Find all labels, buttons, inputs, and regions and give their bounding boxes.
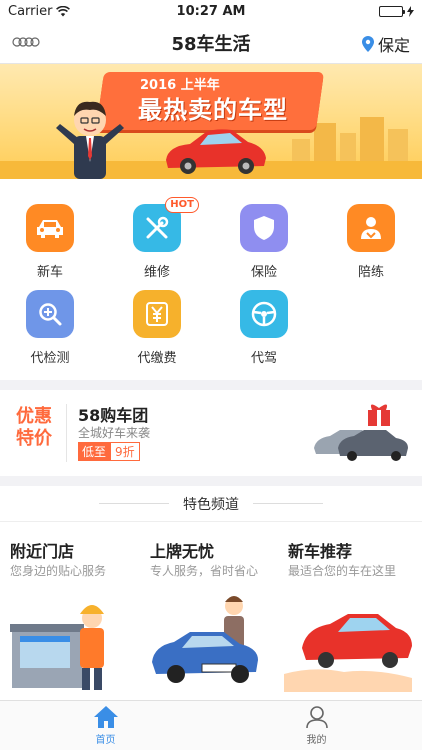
service-insurance[interactable]: 保险 bbox=[224, 204, 304, 280]
vertical-divider bbox=[66, 404, 67, 462]
tab-mine[interactable]: 我的 bbox=[211, 701, 422, 750]
badge-line-2: 特价 bbox=[16, 428, 52, 449]
service-payment[interactable]: 代缴费 bbox=[117, 290, 197, 366]
service-designated-driver[interactable]: 代驾 bbox=[224, 290, 304, 366]
service-label: 新车 bbox=[36, 265, 63, 280]
service-label: 维修 bbox=[143, 265, 170, 280]
discount-badge: 优惠 特价 bbox=[14, 406, 54, 450]
header-line-left bbox=[99, 503, 169, 504]
group-buy-title: 58购车团 bbox=[78, 406, 149, 425]
service-driving-coach[interactable]: 陪练 bbox=[331, 204, 411, 280]
featured-card-new-car-recommend[interactable]: 新车推荐 最适合您的车在这里 bbox=[278, 522, 422, 698]
featured-header: 特色频道 bbox=[0, 486, 422, 522]
page-title: 58车生活 bbox=[171, 33, 251, 55]
hand-red-car-illustration bbox=[284, 614, 412, 692]
service-repair[interactable]: HOT 维修 bbox=[117, 197, 199, 280]
price-discount: 9折 bbox=[110, 442, 140, 461]
section-divider bbox=[0, 476, 422, 486]
card-title: 新车推荐 bbox=[288, 542, 353, 561]
banner-headline: 最热卖的车型 bbox=[138, 96, 288, 124]
header-line-right bbox=[253, 503, 323, 504]
card-title: 上牌无忧 bbox=[150, 542, 215, 561]
location-pin-icon bbox=[361, 36, 374, 52]
card-subtitle: 专人服务，省时省心 bbox=[150, 564, 259, 578]
yen-icon bbox=[133, 290, 181, 338]
steering-wheel-icon bbox=[240, 290, 288, 338]
section-divider bbox=[0, 380, 422, 390]
magnifier-plus-icon bbox=[26, 290, 74, 338]
car-agent-illustration bbox=[152, 596, 258, 683]
status-bar: Carrier 10:27 AM bbox=[0, 0, 422, 22]
service-label: 代驾 bbox=[250, 351, 277, 366]
price-tag: 低至 9折 bbox=[78, 442, 140, 461]
gift-cars-illustration bbox=[314, 404, 408, 461]
user-icon bbox=[305, 706, 328, 729]
red-sports-car-illustration bbox=[166, 129, 266, 174]
tab-label: 首页 bbox=[95, 735, 116, 746]
service-new-car[interactable]: 新车 bbox=[10, 204, 90, 280]
status-time: 10:27 AM bbox=[176, 3, 246, 19]
service-label: 代缴费 bbox=[137, 351, 177, 366]
card-title: 附近门店 bbox=[10, 542, 75, 561]
price-prefix: 低至 bbox=[78, 442, 111, 461]
shield-icon bbox=[240, 204, 288, 252]
group-buy-subtitle: 全城好车来袭 bbox=[78, 426, 151, 440]
car-icon bbox=[26, 204, 74, 252]
featured-card-plate-registration[interactable]: 上牌无忧 专人服务，省时省心 bbox=[140, 522, 280, 698]
audi-logo-icon[interactable] bbox=[12, 36, 40, 48]
app-screen: Carrier 10:27 AM 58车生活 保定 2016 上半年 最热卖的车… bbox=[0, 0, 422, 750]
service-label: 代检测 bbox=[30, 351, 70, 366]
tab-home[interactable]: 首页 bbox=[0, 701, 211, 750]
home-icon bbox=[93, 706, 118, 728]
badge-line-1: 优惠 bbox=[16, 406, 52, 427]
location-label: 保定 bbox=[377, 36, 410, 55]
store-mechanic-illustration bbox=[10, 605, 104, 690]
service-label: 陪练 bbox=[357, 265, 384, 280]
promo-banner[interactable]: 2016 上半年 最热卖的车型 bbox=[0, 64, 422, 179]
service-label: 保险 bbox=[250, 265, 277, 280]
card-subtitle: 最适合您的车在这里 bbox=[288, 564, 397, 578]
location-selector[interactable]: 保定 bbox=[361, 32, 410, 56]
group-buy-card[interactable]: 优惠 特价 58购车团 全城好车来袭 低至 9折 bbox=[0, 390, 422, 476]
nav-bar: 58车生活 保定 bbox=[0, 22, 422, 64]
businessman-illustration bbox=[56, 101, 124, 179]
tab-label: 我的 bbox=[306, 735, 327, 746]
hot-badge: HOT bbox=[165, 197, 199, 213]
service-inspection[interactable]: 代检测 bbox=[10, 290, 90, 366]
driver-icon bbox=[347, 204, 395, 252]
featured-title: 特色频道 bbox=[183, 496, 239, 513]
featured-card-nearby-stores[interactable]: 附近门店 您身边的贴心服务 bbox=[0, 522, 140, 698]
wrench-screwdriver-icon: HOT bbox=[133, 197, 199, 252]
battery-icon bbox=[379, 5, 405, 17]
card-subtitle: 您身边的贴心服务 bbox=[10, 564, 107, 578]
tab-bar: 首页 我的 bbox=[0, 700, 422, 750]
